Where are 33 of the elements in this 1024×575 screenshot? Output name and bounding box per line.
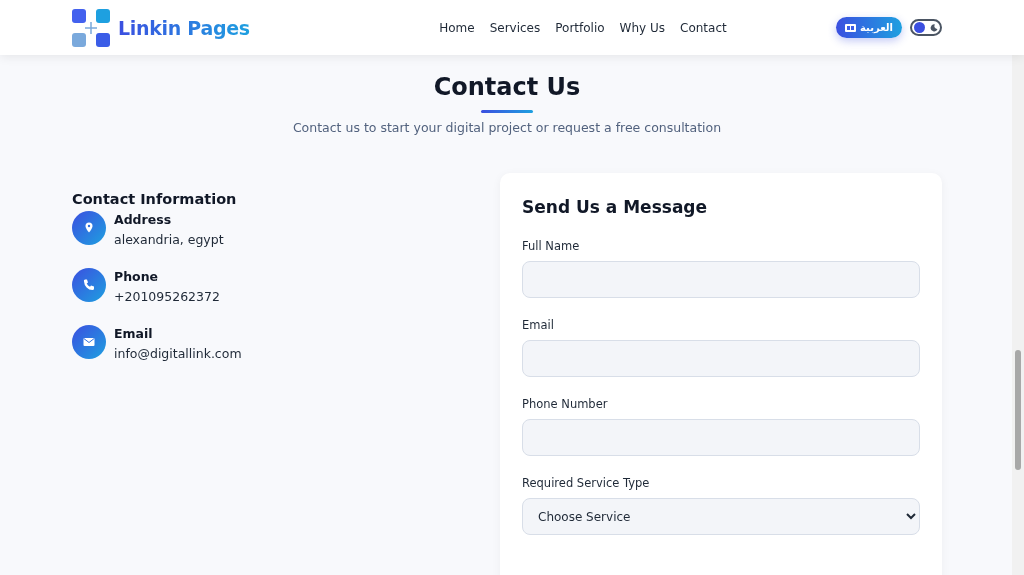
- nav-link[interactable]: Portfolio: [555, 20, 605, 35]
- scrollbar-thumb[interactable]: [1015, 350, 1021, 470]
- logo-icon: [72, 8, 110, 47]
- form-title: Send Us a Message: [522, 197, 709, 217]
- input-field[interactable]: [522, 261, 920, 298]
- contact-value: +201095262372: [114, 289, 220, 304]
- field-label: Phone Number: [522, 397, 609, 411]
- contact-label: Address: [114, 212, 173, 227]
- language-icon: [845, 23, 857, 32]
- nav-link[interactable]: Home: [439, 20, 475, 35]
- envelope-icon: [72, 325, 106, 359]
- input-field[interactable]: [522, 340, 920, 377]
- dark-mode-toggle[interactable]: [910, 19, 942, 36]
- title-underline: [481, 110, 533, 113]
- contact-info-heading: Contact Information: [72, 191, 238, 207]
- section-title: Contact Us: [433, 73, 581, 101]
- field-label: Email: [522, 318, 555, 332]
- contact-value: info@digitallink.com: [114, 346, 242, 361]
- contact-label: Email: [114, 326, 154, 341]
- moon-icon: [930, 23, 938, 32]
- location-pin-icon: [72, 211, 106, 245]
- contact-label: Phone: [114, 269, 160, 284]
- language-button[interactable]: العربية: [836, 17, 902, 38]
- contact-value: alexandria, egypt: [114, 232, 224, 247]
- nav-link[interactable]: Services: [489, 20, 541, 35]
- nav-link[interactable]: Why Us: [619, 20, 666, 35]
- section-subtitle: Contact us to start your digital project or request a free consultation: [292, 120, 722, 135]
- field-label: Full Name: [522, 239, 581, 253]
- input-field[interactable]: [522, 419, 920, 456]
- service-dropdown[interactable]: Choose Service: [522, 498, 920, 535]
- nav-link[interactable]: Contact: [680, 20, 727, 35]
- field-label: Required Service Type: [522, 476, 651, 490]
- phone-icon: [72, 268, 106, 302]
